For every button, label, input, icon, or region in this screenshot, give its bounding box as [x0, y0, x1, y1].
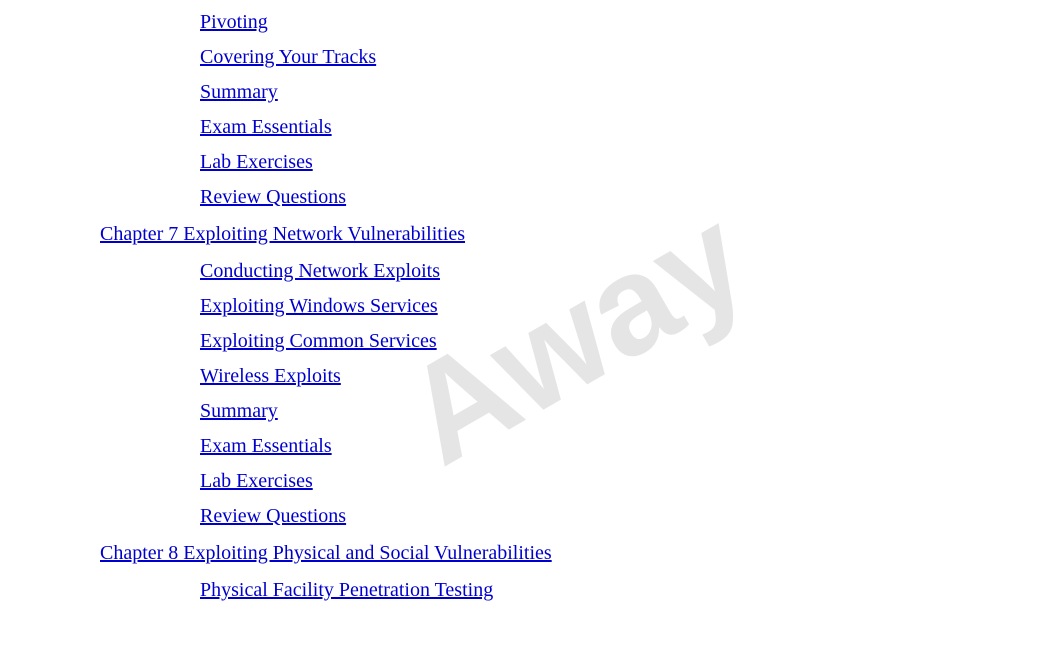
- toc-content: PivotingCovering Your TracksSummaryExam …: [0, 0, 1046, 608]
- toc-link-exam-essentials-1[interactable]: Exam Essentials: [150, 110, 1046, 145]
- toc-link-exploiting-windows-services[interactable]: Exploiting Windows Services: [150, 289, 1046, 324]
- toc-link-chapter-7[interactable]: Chapter 7 Exploiting Network Vulnerabili…: [100, 215, 1046, 254]
- toc-link-lab-exercises-1[interactable]: Lab Exercises: [150, 145, 1046, 180]
- toc-link-review-questions-2[interactable]: Review Questions: [150, 499, 1046, 534]
- toc-link-review-questions-1[interactable]: Review Questions: [150, 180, 1046, 215]
- toc-link-covering-your-tracks[interactable]: Covering Your Tracks: [150, 40, 1046, 75]
- toc-link-summary-2[interactable]: Summary: [150, 394, 1046, 429]
- toc-link-chapter-8[interactable]: Chapter 8 Exploiting Physical and Social…: [100, 534, 1046, 573]
- toc-link-wireless-exploits[interactable]: Wireless Exploits: [150, 359, 1046, 394]
- toc-link-pivoting[interactable]: Pivoting: [150, 5, 1046, 40]
- toc-link-lab-exercises-2[interactable]: Lab Exercises: [150, 464, 1046, 499]
- toc-link-physical-facility-penetration-testing[interactable]: Physical Facility Penetration Testing: [150, 573, 1046, 608]
- toc-link-conducting-network-exploits[interactable]: Conducting Network Exploits: [150, 254, 1046, 289]
- toc-link-exam-essentials-2[interactable]: Exam Essentials: [150, 429, 1046, 464]
- toc-link-summary-1[interactable]: Summary: [150, 75, 1046, 110]
- toc-link-exploiting-common-services[interactable]: Exploiting Common Services: [150, 324, 1046, 359]
